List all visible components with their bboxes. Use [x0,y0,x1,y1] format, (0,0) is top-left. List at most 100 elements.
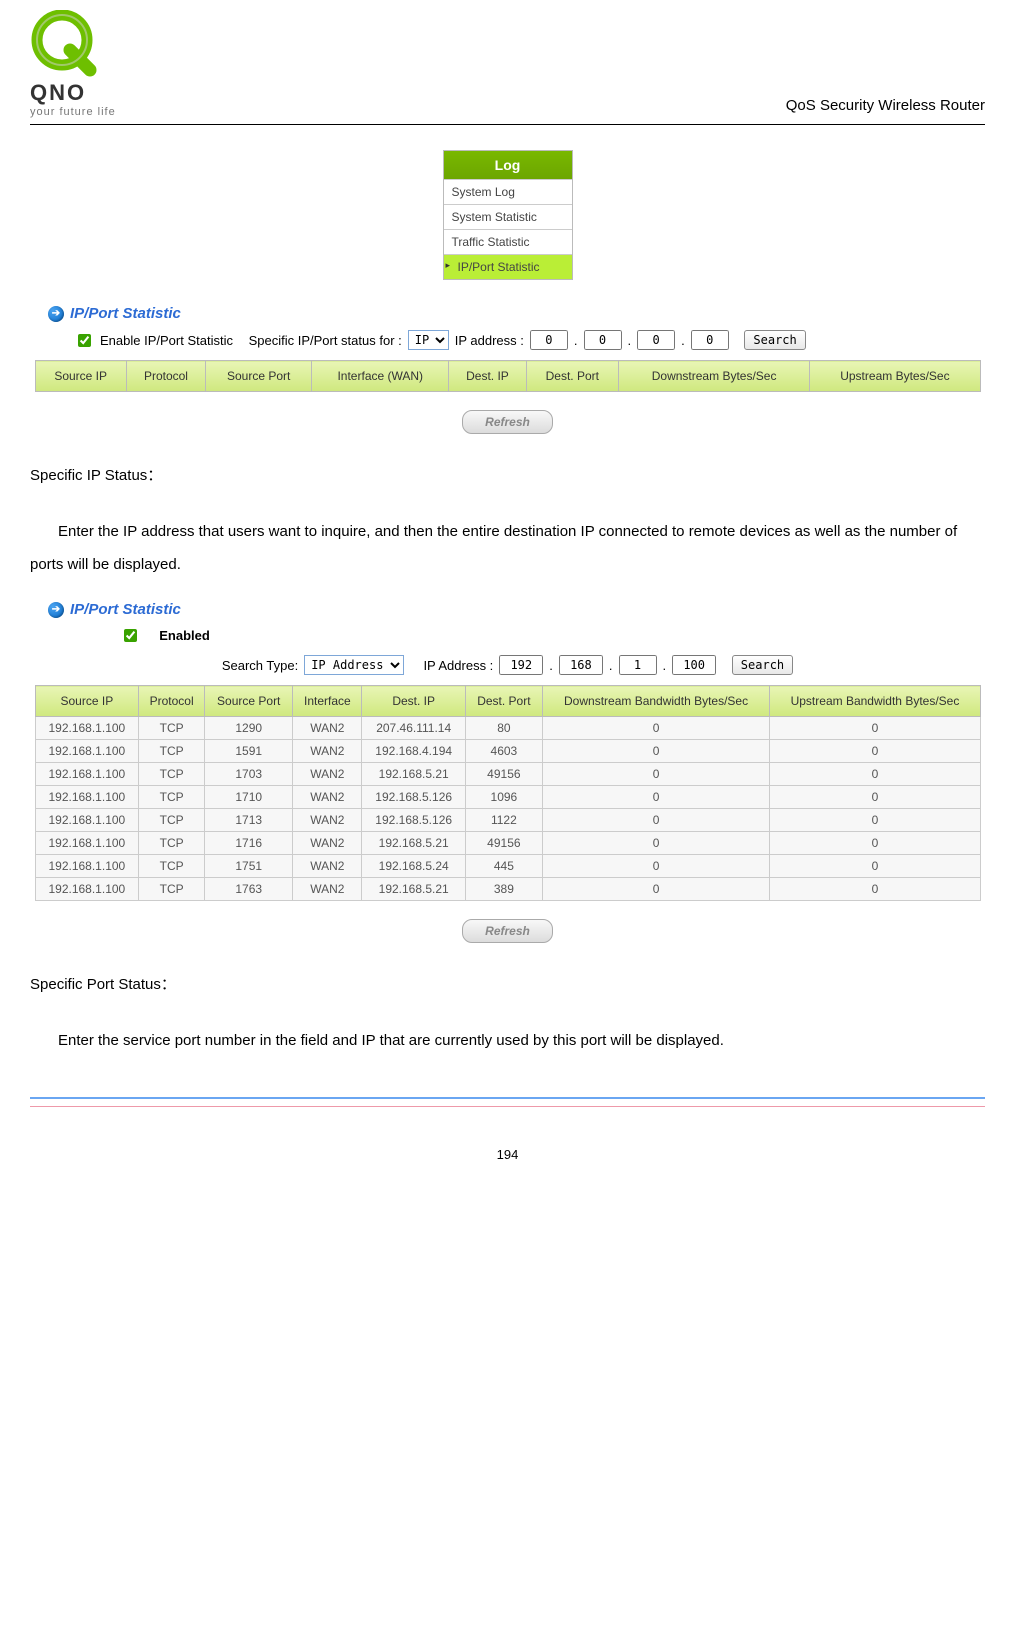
table-header: Source IP [35,686,139,717]
table-cell: 192.168.1.100 [35,740,139,763]
log-menu-item-traffic-statistic[interactable]: Traffic Statistic [444,229,572,254]
tagline: your future life [30,106,116,118]
enable-label: Enable IP/Port Statistic [100,333,233,348]
ip-octet-1[interactable] [530,330,568,350]
table-cell: 0 [770,717,980,740]
ip-label: IP address : [455,333,524,348]
table-cell: 192.168.5.21 [362,878,466,901]
specific-port-heading: Specific Port Status： [30,973,985,994]
search-type-select[interactable]: IP Address [304,655,404,675]
table-cell: TCP [139,878,205,901]
table-row: 192.168.1.100TCP1710WAN2192.168.5.126109… [35,786,980,809]
log-menu-item-ip-port-statistic[interactable]: IP/Port Statistic [444,254,572,279]
table-cell: TCP [139,809,205,832]
table-row: 192.168.1.100TCP1713WAN2192.168.5.126112… [35,809,980,832]
section-title-1: ➔ IP/Port Statistic [48,305,985,322]
table-cell: 0 [542,740,770,763]
table-cell: 1591 [205,740,293,763]
table-cell: 0 [542,809,770,832]
table-cell: TCP [139,855,205,878]
table-cell: WAN2 [293,809,362,832]
enable-checkbox[interactable] [78,334,91,347]
search-button-2[interactable]: Search [732,655,793,675]
refresh-button-1[interactable]: Refresh [462,410,553,434]
table-cell: 192.168.4.194 [362,740,466,763]
table-cell: 445 [466,855,543,878]
enabled-checkbox[interactable] [124,629,137,642]
section-title-2: ➔ IP/Port Statistic [48,601,985,618]
table-cell: 0 [542,717,770,740]
panel2-table: Source IPProtocolSource PortInterfaceDes… [35,685,981,901]
table-cell: 0 [542,763,770,786]
table-cell: 192.168.1.100 [35,855,139,878]
table-cell: TCP [139,717,205,740]
table-cell: WAN2 [293,855,362,878]
table-cell: WAN2 [293,740,362,763]
arrow-circle-icon: ➔ [48,602,64,618]
table-cell: TCP [139,740,205,763]
ip2-octet-1[interactable] [499,655,543,675]
table-cell: 192.168.5.24 [362,855,466,878]
specific-label: Specific IP/Port status for : [249,333,402,348]
table-cell: 80 [466,717,543,740]
table-cell: 0 [770,786,980,809]
table-header: Source Port [205,686,293,717]
table-cell: WAN2 [293,878,362,901]
table-cell: WAN2 [293,832,362,855]
log-menu-item-system-log[interactable]: System Log [444,179,572,204]
table-header: Protocol [139,686,205,717]
table-cell: 0 [542,855,770,878]
table-cell: 1763 [205,878,293,901]
table-cell: WAN2 [293,786,362,809]
table-row: 192.168.1.100TCP1703WAN2192.168.5.214915… [35,763,980,786]
table-cell: 0 [770,809,980,832]
ip2-octet-4[interactable] [672,655,716,675]
table-cell: 192.168.1.100 [35,763,139,786]
panel1-controls: Enable IP/Port Statistic Specific IP/Por… [74,330,985,350]
ip-octet-4[interactable] [691,330,729,350]
table-cell: 192.168.1.100 [35,832,139,855]
table-cell: 49156 [466,763,543,786]
table-cell: TCP [139,832,205,855]
table-header: Downstream Bytes/Sec [618,361,809,392]
table-cell: 192.168.5.126 [362,786,466,809]
search-button[interactable]: Search [744,330,805,350]
table-header: Source Port [206,361,312,392]
specific-ip-para: Enter the IP address that users want to … [30,515,985,581]
table-cell: 1713 [205,809,293,832]
ip2-octet-3[interactable] [619,655,657,675]
footer-rule-accent [30,1106,985,1107]
table-header: Interface (WAN) [312,361,449,392]
table-row: 192.168.1.100TCP1751WAN2192.168.5.244450… [35,855,980,878]
log-menu-item-system-statistic[interactable]: System Statistic [444,204,572,229]
page-number: 194 [30,1147,985,1162]
ip-octet-2[interactable] [584,330,622,350]
brand-name: QNO [30,80,116,106]
refresh-button-2[interactable]: Refresh [462,919,553,943]
table-cell: 0 [770,763,980,786]
section-title-text: IP/Port Statistic [70,305,181,322]
table-header: Dest. IP [449,361,526,392]
table-header: Dest. Port [466,686,543,717]
table-cell: 192.168.1.100 [35,717,139,740]
table-header: Dest. Port [526,361,618,392]
type-select[interactable]: IP [408,330,449,350]
table-header: Upstream Bytes/Sec [810,361,980,392]
logo-block: QNO your future life [30,10,116,118]
table-header: Source IP [35,361,126,392]
table-cell: 1751 [205,855,293,878]
log-menu: Log System Log System Statistic Traffic … [443,150,573,280]
specific-port-para: Enter the service port number in the fie… [30,1024,985,1057]
table-cell: 192.168.5.21 [362,763,466,786]
table-cell: TCP [139,763,205,786]
table-cell: WAN2 [293,763,362,786]
table-cell: 389 [466,878,543,901]
table-row: 192.168.1.100TCP1716WAN2192.168.5.214915… [35,832,980,855]
table-header: Dest. IP [362,686,466,717]
table-cell: 0 [542,786,770,809]
ip-octet-3[interactable] [637,330,675,350]
ip2-octet-2[interactable] [559,655,603,675]
table-cell: 1703 [205,763,293,786]
table-header: Protocol [126,361,205,392]
table-header: Interface [293,686,362,717]
